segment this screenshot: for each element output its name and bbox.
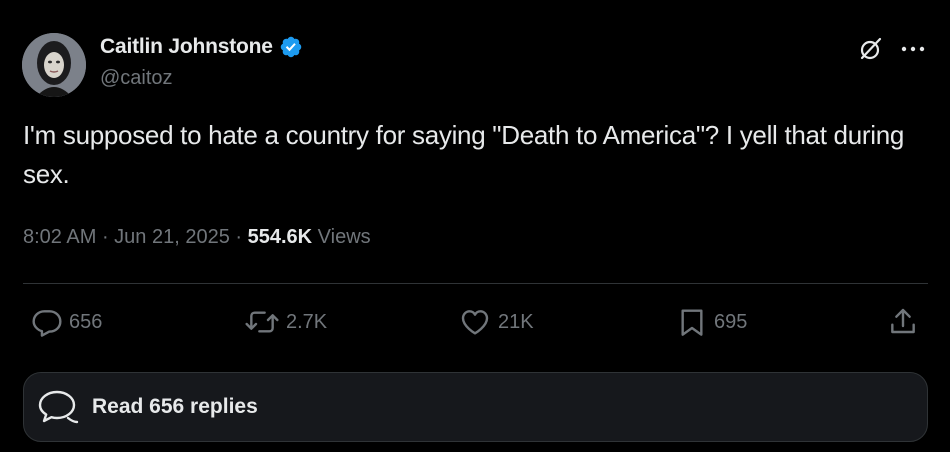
share-button[interactable] bbox=[887, 302, 919, 342]
meta-separator: · bbox=[101, 226, 115, 248]
repost-count: 2.7K bbox=[286, 310, 328, 333]
share-icon bbox=[891, 308, 915, 334]
tweet-date[interactable]: Jun 21, 2025 bbox=[114, 226, 230, 248]
avatar[interactable] bbox=[22, 33, 86, 97]
bookmark-icon bbox=[681, 309, 703, 336]
display-name[interactable]: Caitlin Johnstone bbox=[100, 35, 273, 59]
views-count: 554.6K bbox=[247, 226, 313, 248]
bookmark-count: 695 bbox=[714, 310, 748, 333]
like-button[interactable]: 21K bbox=[458, 302, 534, 342]
read-replies-button[interactable]: Read 656 replies bbox=[23, 372, 928, 442]
grok-icon[interactable] bbox=[856, 34, 886, 64]
reply-icon bbox=[32, 310, 62, 337]
tweet-time[interactable]: 8:02 AM bbox=[23, 226, 96, 248]
like-count: 21K bbox=[498, 310, 534, 333]
action-bar: 656 2.7K 21K 695 bbox=[0, 302, 950, 342]
repost-icon bbox=[245, 311, 279, 333]
more-icon[interactable] bbox=[896, 34, 930, 64]
author-handle[interactable]: @caitoz bbox=[100, 67, 173, 90]
tweet-meta: 8:02 AM · Jun 21, 2025 · 554.6K Views bbox=[23, 226, 371, 249]
views-label: Views bbox=[317, 226, 371, 248]
replies-bubble-icon bbox=[38, 388, 80, 426]
reply-count: 656 bbox=[69, 310, 103, 333]
tweet-text: I'm supposed to hate a country for sayin… bbox=[23, 120, 905, 189]
verified-badge-icon bbox=[279, 35, 303, 59]
like-icon bbox=[461, 310, 489, 335]
divider bbox=[23, 283, 928, 284]
repost-button[interactable]: 2.7K bbox=[244, 302, 327, 342]
meta-separator: · bbox=[235, 226, 248, 248]
bookmark-button[interactable]: 695 bbox=[676, 302, 747, 342]
author-name-row[interactable]: Caitlin Johnstone bbox=[100, 35, 303, 59]
reply-button[interactable]: 656 bbox=[31, 302, 102, 342]
read-replies-label: Read 656 replies bbox=[92, 395, 258, 418]
